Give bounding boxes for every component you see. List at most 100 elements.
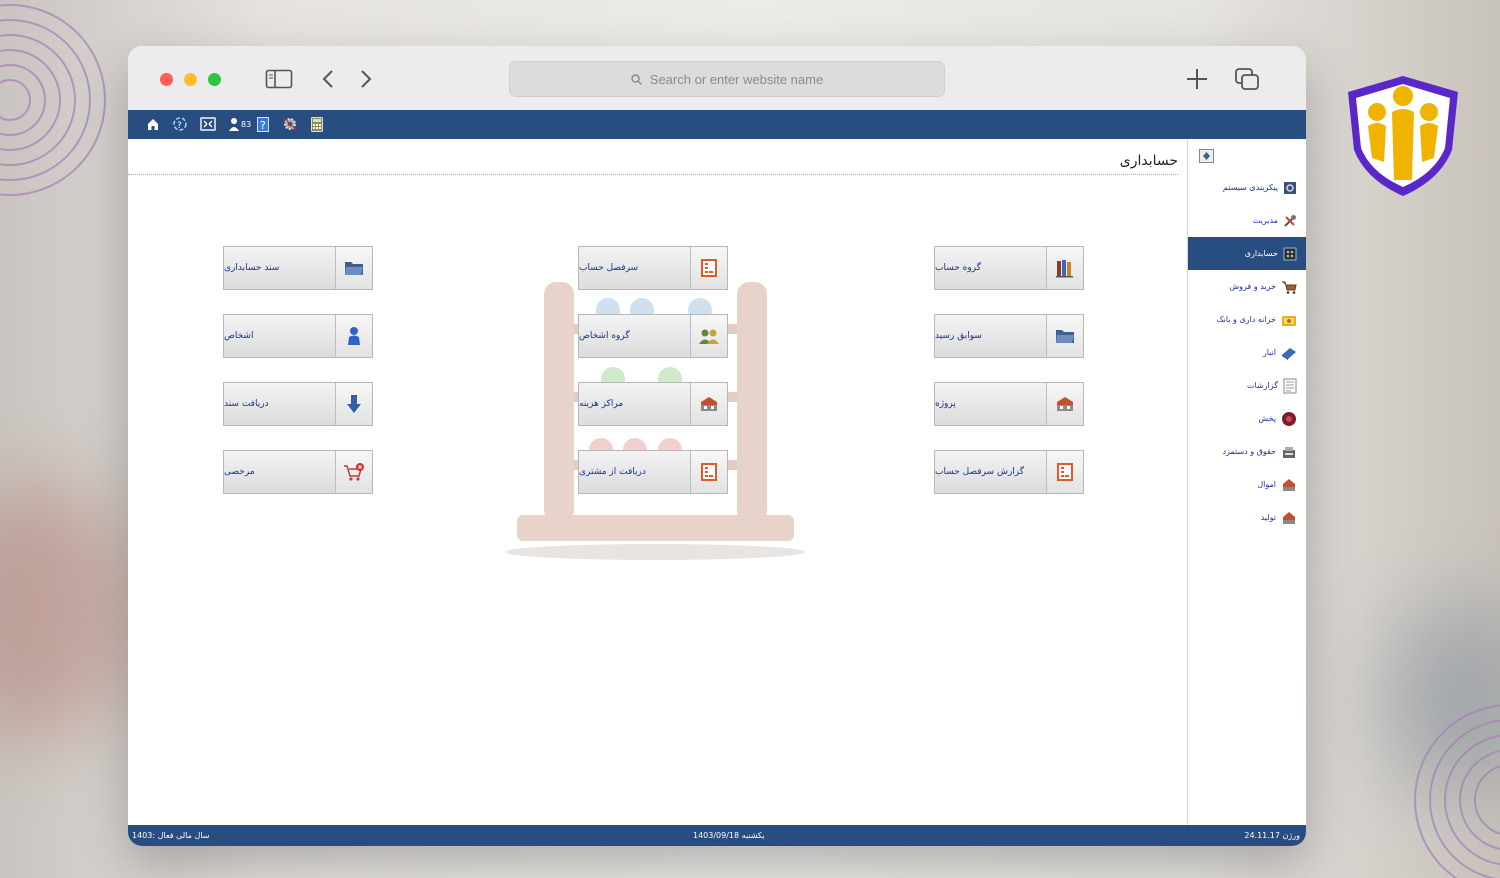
payroll-icon xyxy=(1283,446,1295,458)
sidebar-toggle-button[interactable] xyxy=(263,64,295,94)
chevron-left-icon xyxy=(322,70,333,88)
forward-button[interactable] xyxy=(350,64,382,94)
home-icon xyxy=(148,119,158,130)
tile-label: دریافت سند xyxy=(224,399,269,409)
tile-cost-centers[interactable]: مراکز هزینه xyxy=(578,382,728,426)
reports-icon xyxy=(1283,378,1297,393)
sidebar-item-reports[interactable]: گزارشات xyxy=(1188,369,1306,402)
sidebar-item-production[interactable]: تولید xyxy=(1188,501,1306,534)
address-placeholder: Search or enter website name xyxy=(649,71,824,87)
close-window-button[interactable] xyxy=(160,73,173,86)
sidebar-item-system-config[interactable]: پیکربندی سیستم xyxy=(1188,171,1306,204)
assets-icon xyxy=(1283,478,1295,491)
document-icon xyxy=(690,247,727,289)
module-sidebar: پیکربندی سیستم مدیریت حسابداری خرید و فر… xyxy=(1187,139,1306,825)
tile-persons[interactable]: اشخاص xyxy=(223,314,373,358)
tile-account-heading-report[interactable]: گزارش سرفصل حساب xyxy=(934,450,1084,494)
collapse-icon xyxy=(1199,149,1214,163)
tile-label: گروه اشخاص xyxy=(579,331,630,341)
treasury-icon xyxy=(1282,315,1296,326)
decorative-rings-left xyxy=(0,4,106,196)
sidebar-item-label: انبار xyxy=(1262,348,1276,357)
main-content: حسابداری گروه حساب سوابق رسید پروژه گزار… xyxy=(128,139,1186,825)
tile-account-group[interactable]: گروه حساب xyxy=(934,246,1084,290)
minimize-window-button[interactable] xyxy=(184,73,197,86)
tile-label: دریافت از مشتری xyxy=(579,467,646,477)
tile-label: مرخصی xyxy=(224,467,255,477)
management-icon xyxy=(1284,214,1296,227)
sidebar-toggle-icon xyxy=(265,69,293,89)
person-icon xyxy=(335,315,372,357)
brand-shield-logo xyxy=(1348,76,1458,196)
tile-person-group[interactable]: گروه اشخاص xyxy=(578,314,728,358)
back-button[interactable] xyxy=(312,64,344,94)
sidebar-item-label: پیکربندی سیستم xyxy=(1222,183,1278,192)
sidebar-item-payroll[interactable]: حقوق و دستمزد xyxy=(1188,435,1306,468)
browser-window: Search or enter website name ? 83 ? حساب… xyxy=(128,46,1306,846)
tile-label: سند حسابداری xyxy=(224,263,280,273)
home-button[interactable] xyxy=(146,116,160,132)
tile-label: پروژه xyxy=(935,399,956,409)
document-icon xyxy=(690,451,727,493)
fullscreen-icon xyxy=(200,117,216,131)
user-icon xyxy=(229,118,239,131)
sidebar-item-purchase-sales[interactable]: خرید و فروش xyxy=(1188,270,1306,303)
tile-accounting-voucher[interactable]: سند حسابداری xyxy=(223,246,373,290)
tile-receipt-history[interactable]: سوابق رسید xyxy=(934,314,1084,358)
cart-icon xyxy=(1282,281,1297,294)
tile-customer-receipt[interactable]: دریافت از مشتری xyxy=(578,450,728,494)
sidebar-item-management[interactable]: مدیریت xyxy=(1188,204,1306,237)
sidebar-item-accounting[interactable]: حسابداری xyxy=(1188,237,1306,270)
background-blur xyxy=(0,480,140,740)
tab-overview-button[interactable] xyxy=(1231,64,1263,94)
sidebar-item-label: خزانه داری و بانک xyxy=(1216,315,1276,324)
sidebar-item-warehouse[interactable]: انبار xyxy=(1188,336,1306,369)
calculator-icon xyxy=(311,116,323,132)
sidebar-item-label: مدیریت xyxy=(1252,216,1278,225)
browser-toolbar: Search or enter website name xyxy=(128,46,1306,110)
books-icon xyxy=(1046,247,1083,289)
gear-icon xyxy=(283,117,297,131)
tile-project[interactable]: پروژه xyxy=(934,382,1084,426)
cart-remove-icon xyxy=(335,451,372,493)
tile-leave[interactable]: مرخصی xyxy=(223,450,373,494)
arrow-down-icon xyxy=(335,383,372,425)
sidebar-item-label: اموال xyxy=(1257,480,1276,489)
sidebar-item-treasury[interactable]: خزانه داری و بانک xyxy=(1188,303,1306,336)
refresh-icon: ? xyxy=(173,117,187,131)
tile-label: گزارش سرفصل حساب xyxy=(935,467,1025,477)
collapse-sidebar-button[interactable] xyxy=(1199,148,1214,167)
new-tab-button[interactable] xyxy=(1181,64,1213,94)
sidebar-item-label: پخش xyxy=(1258,414,1276,423)
calculator-button[interactable] xyxy=(311,116,323,132)
page-title: حسابداری xyxy=(1119,153,1178,169)
warehouse-icon xyxy=(1282,347,1296,360)
address-bar[interactable]: Search or enter website name xyxy=(509,61,945,97)
document-icon xyxy=(1046,451,1083,493)
sidebar-item-distribution[interactable]: پخش xyxy=(1188,402,1306,435)
sidebar-item-label: خرید و فروش xyxy=(1229,282,1276,291)
folder-icon xyxy=(335,247,372,289)
online-users-button[interactable]: 83 xyxy=(228,116,251,132)
tile-label: اشخاص xyxy=(224,331,254,341)
refresh-button[interactable]: ? xyxy=(172,116,188,132)
fullscreen-button[interactable] xyxy=(200,116,216,132)
tile-receive-voucher[interactable]: دریافت سند xyxy=(223,382,373,426)
sidebar-item-label: گزارشات xyxy=(1247,381,1278,390)
version-status: ورژن 24.11.17 xyxy=(1244,831,1300,840)
chevron-right-icon xyxy=(361,70,372,88)
tile-account-heading[interactable]: سرفصل حساب xyxy=(578,246,728,290)
system-config-icon xyxy=(1284,181,1296,194)
tile-label: سرفصل حساب xyxy=(579,263,639,273)
sidebar-item-label: حسابداری xyxy=(1244,249,1278,258)
settings-button[interactable] xyxy=(282,116,298,132)
tile-label: گروه حساب xyxy=(935,263,981,273)
maximize-window-button[interactable] xyxy=(208,73,221,86)
help-button[interactable]: ? xyxy=(257,116,269,132)
tile-label: سوابق رسید xyxy=(935,331,982,341)
app-toolbar: ? 83 ? xyxy=(128,110,1306,139)
fiscal-year-status: سال مالی فعال :1403 xyxy=(132,831,210,840)
online-users-count: 83 xyxy=(241,119,252,129)
sidebar-item-assets[interactable]: اموال xyxy=(1188,468,1306,501)
folder-icon xyxy=(1046,315,1083,357)
